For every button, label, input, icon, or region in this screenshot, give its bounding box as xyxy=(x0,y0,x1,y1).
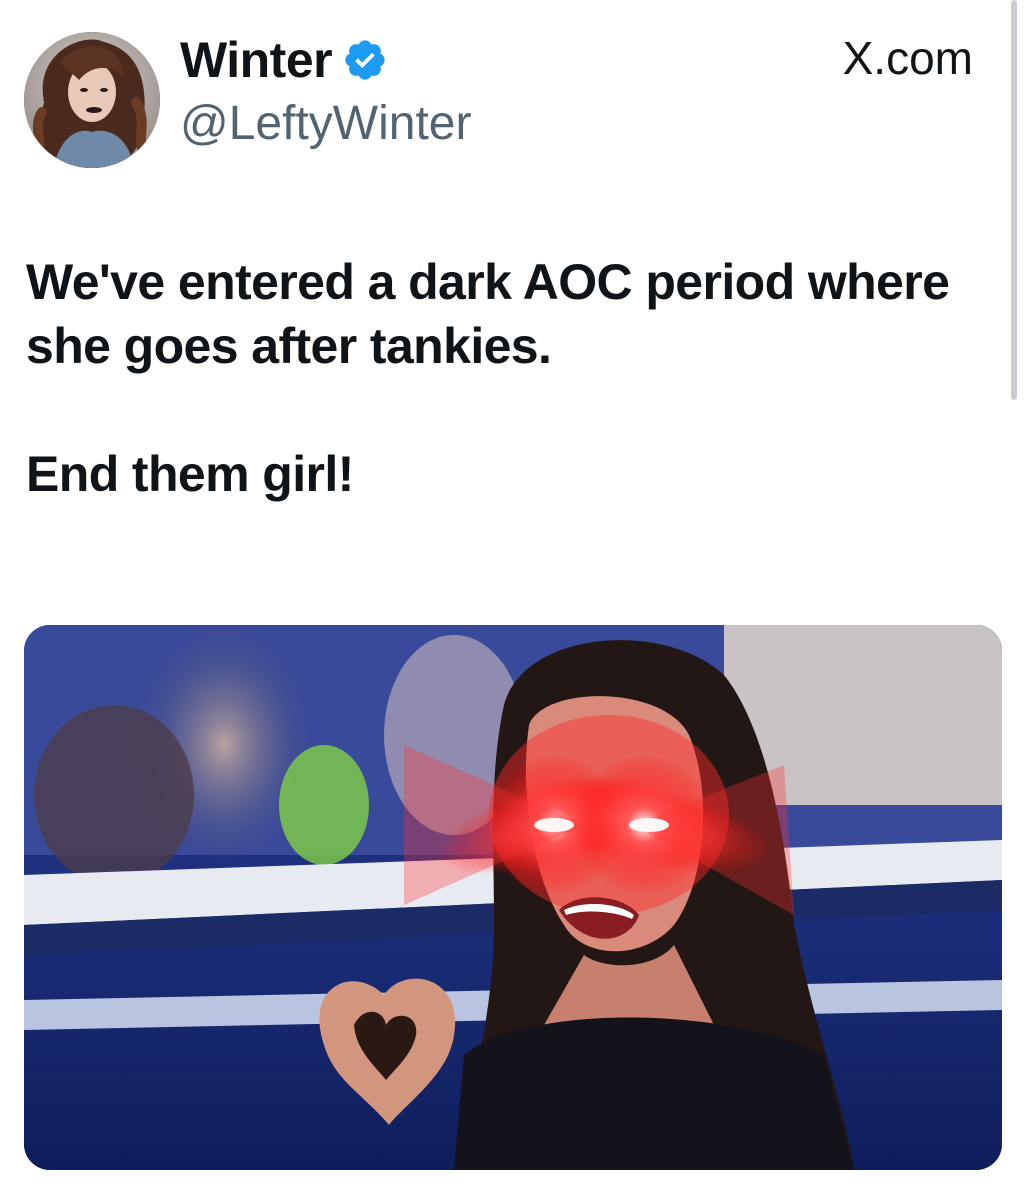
tweet-paragraph: We've entered a dark AOC period where sh… xyxy=(26,254,950,374)
avatar-image xyxy=(24,32,160,168)
user-handle[interactable]: @LeftyWinter xyxy=(180,94,471,154)
avatar[interactable] xyxy=(24,32,160,168)
tweet-paragraph: End them girl! xyxy=(26,446,354,502)
verified-badge-icon xyxy=(342,36,388,82)
display-name-text[interactable]: Winter xyxy=(180,32,333,88)
display-name[interactable]: Winter xyxy=(180,30,388,90)
scrollbar[interactable] xyxy=(1011,0,1017,400)
meme-photo xyxy=(24,625,1002,1170)
tweet-media-image[interactable] xyxy=(24,625,1002,1170)
site-label: X.com xyxy=(842,32,973,84)
tweet-text: We've entered a dark AOC period where sh… xyxy=(26,250,986,506)
